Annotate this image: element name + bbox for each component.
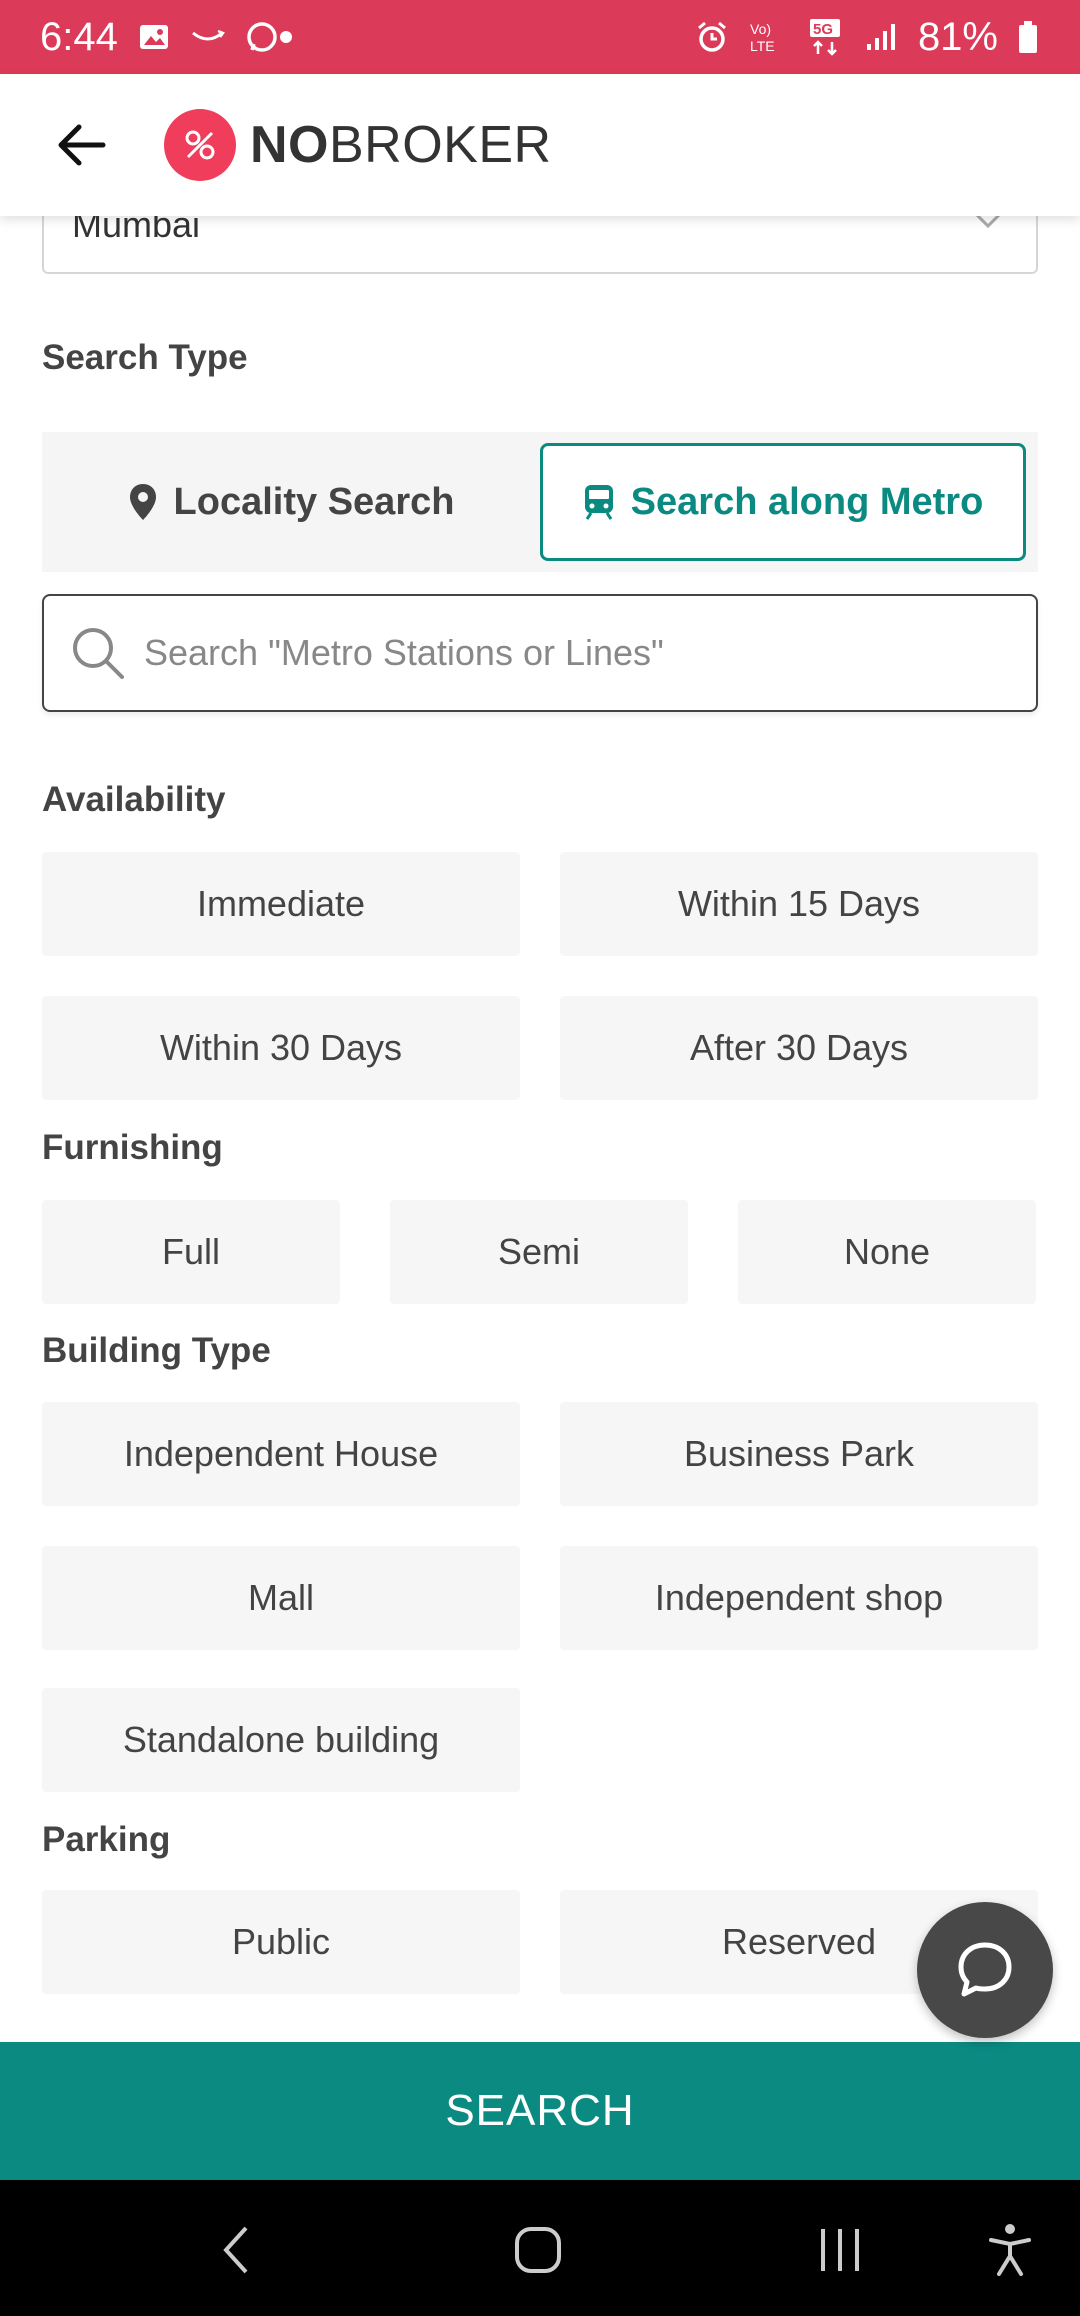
back-button[interactable]: [56, 119, 108, 171]
metro-search-option[interactable]: Search along Metro: [540, 443, 1026, 561]
building-mall[interactable]: Mall: [42, 1546, 520, 1650]
availability-within-30-days[interactable]: Within 30 Days: [42, 996, 520, 1100]
alarm-icon: [694, 19, 730, 55]
building-business-park[interactable]: Business Park: [560, 1402, 1038, 1506]
whatsapp-icon: [244, 19, 298, 55]
search-type-label: Search Type: [42, 338, 248, 377]
metro-search-label: Search along Metro: [630, 480, 984, 523]
availability-within-15-days[interactable]: Within 15 Days: [560, 852, 1038, 956]
building-independent-shop[interactable]: Independent shop: [560, 1546, 1038, 1650]
locality-search-label: Locality Search: [173, 480, 455, 523]
accessibility-icon[interactable]: [978, 2218, 1042, 2282]
train-icon: [584, 485, 613, 520]
battery-icon: [1016, 19, 1040, 55]
parking-label: Parking: [42, 1820, 171, 1859]
brand-logo-text: NOBROKER: [250, 115, 552, 175]
app-header: NOBROKER: [0, 74, 1080, 216]
nav-back-icon[interactable]: [204, 2218, 268, 2282]
metro-search-input[interactable]: Search "Metro Stations or Lines": [42, 594, 1038, 712]
city-select[interactable]: Mumbai: [42, 216, 1038, 274]
availability-immediate[interactable]: Immediate: [42, 852, 520, 956]
arrow-left-icon: [58, 124, 106, 166]
battery-percent: 81%: [917, 14, 998, 59]
amazon-smile-icon: [190, 19, 226, 55]
gallery-icon: [136, 19, 172, 55]
building-standalone-building[interactable]: Standalone building: [42, 1688, 520, 1792]
building-type-label: Building Type: [42, 1331, 271, 1370]
signal-icon: [864, 19, 900, 55]
availability-label: Availability: [42, 780, 226, 819]
logo-bold: NO: [250, 116, 329, 174]
furnishing-label: Furnishing: [42, 1128, 223, 1167]
locality-search-option[interactable]: Locality Search: [42, 432, 540, 572]
city-value: Mumbai: [72, 216, 201, 245]
status-time: 6:44: [40, 14, 118, 59]
search-placeholder: Search "Metro Stations or Lines": [144, 632, 664, 673]
brand-logo-icon: [164, 109, 236, 181]
svg-text:Vo): Vo): [750, 21, 771, 37]
chevron-down-icon: [975, 216, 1001, 229]
furnishing-full[interactable]: Full: [42, 1200, 340, 1304]
search-button[interactable]: SEARCH: [0, 2042, 1080, 2180]
search-type-toggle: Locality Search Search along Metro: [42, 432, 1038, 572]
filter-content[interactable]: Mumbai Search Type Locality Search Searc…: [0, 216, 1080, 2042]
building-independent-house[interactable]: Independent House: [42, 1402, 520, 1506]
network-label: 5G: [813, 21, 833, 38]
furnishing-none[interactable]: None: [738, 1200, 1036, 1304]
availability-after-30-days[interactable]: After 30 Days: [560, 996, 1038, 1100]
nav-recents-icon[interactable]: [808, 2218, 872, 2282]
volte-icon: Vo) LTE: [748, 19, 788, 55]
location-pin-icon: [129, 484, 156, 520]
nav-home-icon[interactable]: [506, 2218, 570, 2282]
parking-public[interactable]: Public: [42, 1890, 520, 1994]
status-bar: 6:44 Vo) LTE 5G 81%: [0, 0, 1080, 74]
network-5g-icon: 5G: [806, 19, 846, 56]
furnishing-semi[interactable]: Semi: [390, 1200, 688, 1304]
chat-bubble-icon: [958, 1942, 1012, 1997]
chat-button[interactable]: [917, 1902, 1053, 2038]
search-icon: [73, 628, 124, 679]
svg-text:LTE: LTE: [750, 38, 775, 54]
logo-regular: BROKER: [329, 116, 552, 174]
system-nav-bar: [0, 2180, 1080, 2316]
